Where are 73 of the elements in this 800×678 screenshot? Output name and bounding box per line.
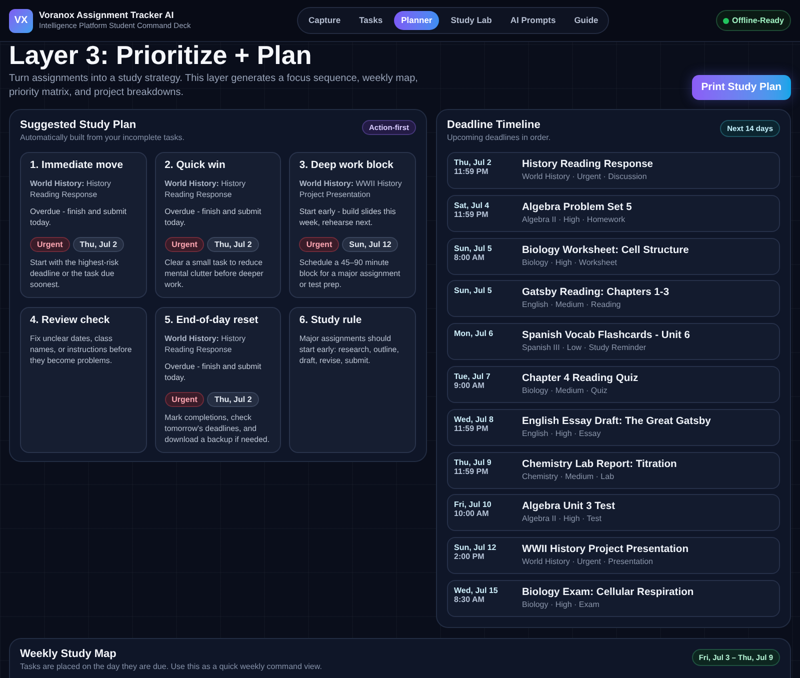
item-title: Biology Exam: Cellular Respiration — [522, 586, 695, 599]
item-meta: Biology · High · Exam — [522, 598, 600, 610]
item-title: Chapter 4 Reading Quiz — [522, 372, 640, 385]
panel-subtitle: Upcoming deadlines in order. — [447, 132, 551, 143]
panel-title: Deadline Timeline — [447, 118, 542, 132]
due-time: 11:59 PM — [454, 466, 490, 476]
item-meta: Biology · High · Worksheet — [522, 256, 618, 268]
item-title: History Reading Response — [522, 158, 654, 171]
item-title: Spanish Vocab Flashcards - Unit 6 — [522, 329, 692, 342]
status-label: Offline-Ready — [732, 16, 784, 26]
item-title: Chemistry Lab Report: Titration — [522, 458, 678, 471]
card-title: 5. End-of-day reset — [164, 314, 260, 327]
item-meta: Biology · Medium · Quiz — [522, 384, 608, 396]
panel-title: Weekly Study Map — [20, 646, 118, 661]
due-date: Thu, Jul 9 — [454, 458, 492, 467]
due-time: 11:59 PM — [454, 424, 490, 433]
nav-tab[interactable]: Capture — [301, 11, 348, 30]
date-tag: Thu, Jul 2 — [207, 392, 259, 407]
panel-title: Suggested Study Plan — [20, 118, 138, 132]
item-meta: Algebra II · High · Test — [522, 513, 602, 524]
priority-tag: Urgent — [164, 237, 204, 252]
item-meta: Algebra II · High · Homework — [522, 214, 626, 225]
due-date: Sun, Jul 5 — [454, 286, 493, 296]
card-title: 3. Deep work block — [299, 159, 394, 172]
item-meta: World History · Urgent · Discussion — [522, 171, 648, 182]
card-title: 1. Immediate move — [30, 159, 124, 172]
due-time: 11:59 PM — [454, 167, 490, 176]
card-title: 4. Review check — [30, 314, 111, 327]
date-tag: Sun, Jul 12 — [342, 237, 398, 252]
priority-tag: Urgent — [299, 237, 340, 252]
due-date: Tue, Jul 7 — [454, 372, 492, 381]
item-meta: Chemistry · Medium · Lab — [522, 470, 616, 482]
due-date: Fri, Jul 10 — [454, 500, 492, 510]
item-title: Biology Worksheet: Cell Structure — [522, 244, 690, 257]
due-time: 10:00 AM — [454, 509, 490, 518]
nav-tab[interactable]: Study Lab — [444, 11, 499, 30]
due-time: 11:59 PM — [454, 210, 490, 219]
nav-tab[interactable]: Planner — [394, 11, 440, 30]
item-title: Algebra Unit 3 Test — [522, 500, 616, 514]
due-date: Sun, Jul 5 — [454, 244, 493, 253]
priority-tag: Urgent — [164, 392, 204, 407]
nav-tab[interactable]: Guide — [567, 11, 606, 30]
item-meta: English · Medium · Reading — [522, 299, 622, 310]
due-time: 8:00 AM — [454, 252, 486, 262]
card-title: 2. Quick win — [164, 159, 226, 172]
due-date: Thu, Jul 2 — [454, 158, 492, 167]
card-title: 6. Study rule — [299, 314, 363, 327]
item-title: Gatsby Reading: Chapters 1-3 — [522, 286, 670, 300]
due-date: Sat, Jul 4 — [454, 200, 490, 210]
item-title: English Essay Draft: The Great Gatsby — [522, 414, 712, 428]
item-title: WWII History Project Presentation — [522, 543, 690, 556]
panel-subtitle: Tasks are placed on the day they are due. Use this as a quick weekly command view. — [20, 660, 322, 672]
app-logo: VX — [9, 8, 33, 32]
due-time: 9:00 AM — [454, 380, 486, 390]
due-time: 8:30 AM — [454, 594, 486, 604]
due-date: Wed, Jul 15 — [454, 586, 499, 595]
page-description: Turn assignments into a study strategy. This layer generates a focus sequence, weekly map, priority matrix, and project breakdowns. — [9, 72, 419, 100]
date-tag: Thu, Jul 2 — [207, 237, 259, 252]
due-date: Mon, Jul 6 — [454, 329, 494, 338]
nav-tab[interactable]: Tasks — [352, 11, 390, 30]
page-title: Layer 3: Prioritize + Plan — [9, 42, 313, 68]
due-time: 2:00 PM — [454, 552, 486, 562]
date-tag: Thu, Jul 2 — [72, 237, 124, 252]
panel-subtitle: Automatically built from your incomplete tasks. — [20, 132, 185, 143]
item-meta: Spanish III · Low · Study Reminder — [522, 342, 648, 354]
item-meta: World History · Urgent · Presentation — [522, 556, 654, 568]
item-title: Algebra Problem Set 5 — [522, 200, 633, 214]
nav-tab[interactable]: AI Prompts — [503, 11, 563, 30]
item-meta: English · High · Essay — [522, 428, 602, 439]
app-title: Voranox Assignment Tracker AI — [39, 10, 175, 21]
due-date: Sun, Jul 12 — [454, 543, 498, 552]
due-date: Wed, Jul 8 — [454, 414, 494, 424]
priority-tag: Urgent — [30, 237, 70, 252]
